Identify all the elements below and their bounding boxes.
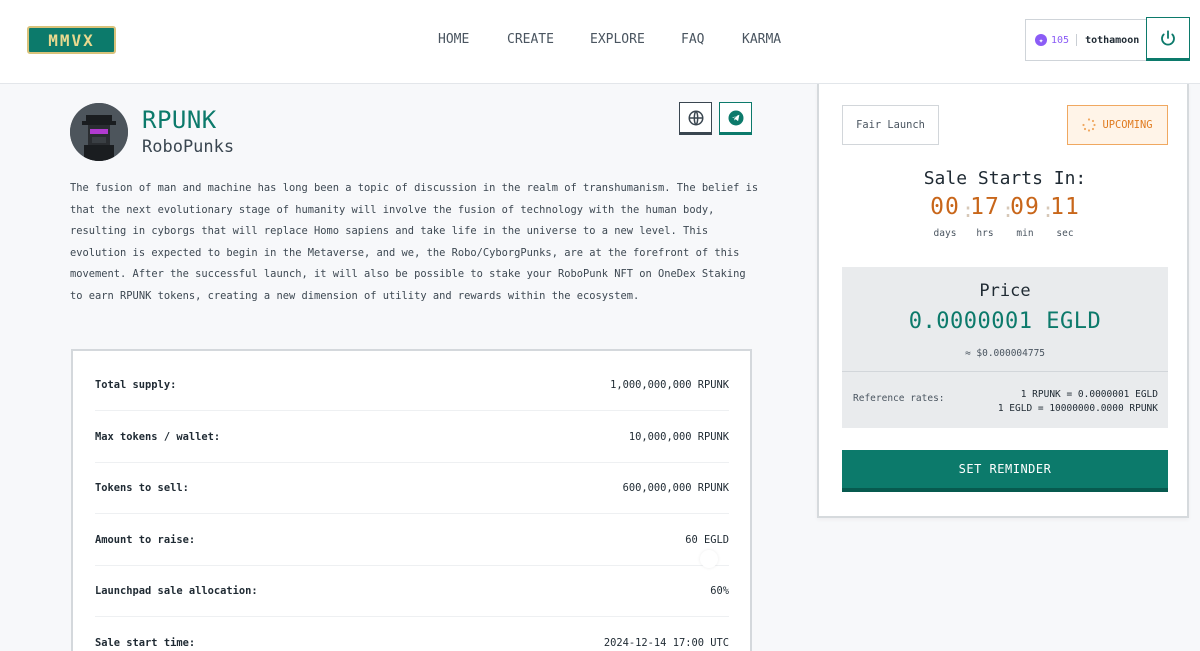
info-value: 2024-12-14 17:00 UTC [603, 636, 729, 649]
info-label: Tokens to sell: [95, 481, 189, 494]
info-value: 600,000,000 RPUNK [622, 481, 729, 494]
days-value: 00 [930, 194, 960, 220]
launch-type-badge: Fair Launch [842, 105, 939, 145]
countdown-title: Sale Starts In: [923, 168, 1087, 189]
power-icon [1161, 30, 1175, 46]
globe-icon [688, 110, 703, 125]
reference-rates: 1 RPUNK = 0.0000001 EGLD 1 EGLD = 100000… [998, 388, 1158, 416]
info-row: Launchpad sale allocation: 60% [95, 565, 729, 617]
countdown-days: 00 days [925, 194, 965, 239]
set-reminder-button[interactable]: SET REMINDER [842, 450, 1168, 492]
sale-panel: Fair Launch UPCOMING Sale Starts In: 00 … [817, 84, 1189, 518]
status-badge: UPCOMING [1067, 105, 1168, 145]
launch-type-label: Fair Launch [856, 119, 925, 131]
token-description: The fusion of man and machine has long b… [70, 182, 759, 302]
price-box: Price 0.0000001 EGLD ≈ $0.000004775 Refe… [842, 267, 1168, 428]
info-value: 10,000,000 RPUNK [628, 430, 729, 443]
info-row: Max tokens / wallet: 10,000,000 RPUNK [95, 411, 729, 463]
token-info-card: Total supply: 1,000,000,000 RPUNK Max to… [71, 349, 752, 651]
info-row: Sale start time: 2024-12-14 17:00 UTC [95, 617, 729, 651]
divider [1076, 34, 1078, 46]
token-name: RoboPunks [142, 137, 235, 157]
rate-egld-to-token: 1 EGLD = 10000000.0000 RPUNK [997, 403, 1158, 414]
website-button[interactable] [679, 102, 712, 135]
info-row: Tokens to sell: 600,000,000 RPUNK [95, 462, 729, 514]
info-label: Launchpad sale allocation: [95, 584, 258, 597]
karma-icon: ✦ [1035, 34, 1047, 46]
nav-karma[interactable]: KARMA [742, 32, 781, 47]
nav-faq[interactable]: FAQ [681, 32, 704, 47]
info-row: Total supply: 1,000,000,000 RPUNK [95, 359, 729, 411]
info-value: 60% [710, 584, 729, 597]
rate-token-to-egld: 1 RPUNK = 0.0000001 EGLD [1020, 389, 1158, 400]
username: tothamoon [1085, 34, 1140, 46]
info-value: 60 EGLD [685, 533, 729, 546]
telegram-icon [728, 110, 743, 125]
telegram-button[interactable] [719, 102, 752, 135]
minutes-label: min [1016, 228, 1034, 239]
nav-create[interactable]: CREATE [507, 32, 554, 47]
logout-button[interactable] [1146, 17, 1190, 61]
main-nav: HOME CREATE EXPLORE FAQ KARMA [0, 32, 1200, 52]
info-label: Amount to raise: [95, 533, 196, 546]
seconds-label: sec [1056, 228, 1074, 239]
hours-label: hrs [976, 228, 994, 239]
reference-rates-label: Reference rates: [853, 393, 945, 404]
price-value: 0.0000001 EGLD [908, 309, 1102, 334]
karma-points: 105 [1051, 34, 1070, 46]
scroll-indicator[interactable] [700, 550, 718, 568]
user-account-box[interactable]: ✦ 105 tothamoon [1025, 19, 1147, 61]
nav-explore[interactable]: EXPLORE [590, 32, 645, 47]
spinner-icon [1082, 118, 1097, 132]
divider [842, 371, 1168, 372]
days-label: days [933, 228, 957, 239]
info-label: Sale start time: [95, 636, 196, 649]
price-usd: ≈ $0.000004775 [964, 348, 1046, 359]
price-title: Price [979, 281, 1031, 301]
robopunk-image [70, 103, 128, 161]
info-label: Max tokens / wallet: [95, 430, 221, 443]
info-value: 1,000,000,000 RPUNK [610, 378, 729, 391]
top-header: MMVX HOME CREATE EXPLORE FAQ KARMA ✦ 105… [0, 0, 1200, 84]
status-label: UPCOMING [1102, 119, 1153, 131]
nav-home[interactable]: HOME [438, 32, 469, 47]
token-symbol: RPUNK [142, 106, 217, 134]
token-avatar [70, 103, 128, 161]
info-row: Amount to raise: 60 EGLD [95, 514, 729, 566]
countdown-timer: 00 days : 17 hrs : 09 min : 11 sec [819, 194, 1191, 239]
info-label: Total supply: [95, 378, 177, 391]
